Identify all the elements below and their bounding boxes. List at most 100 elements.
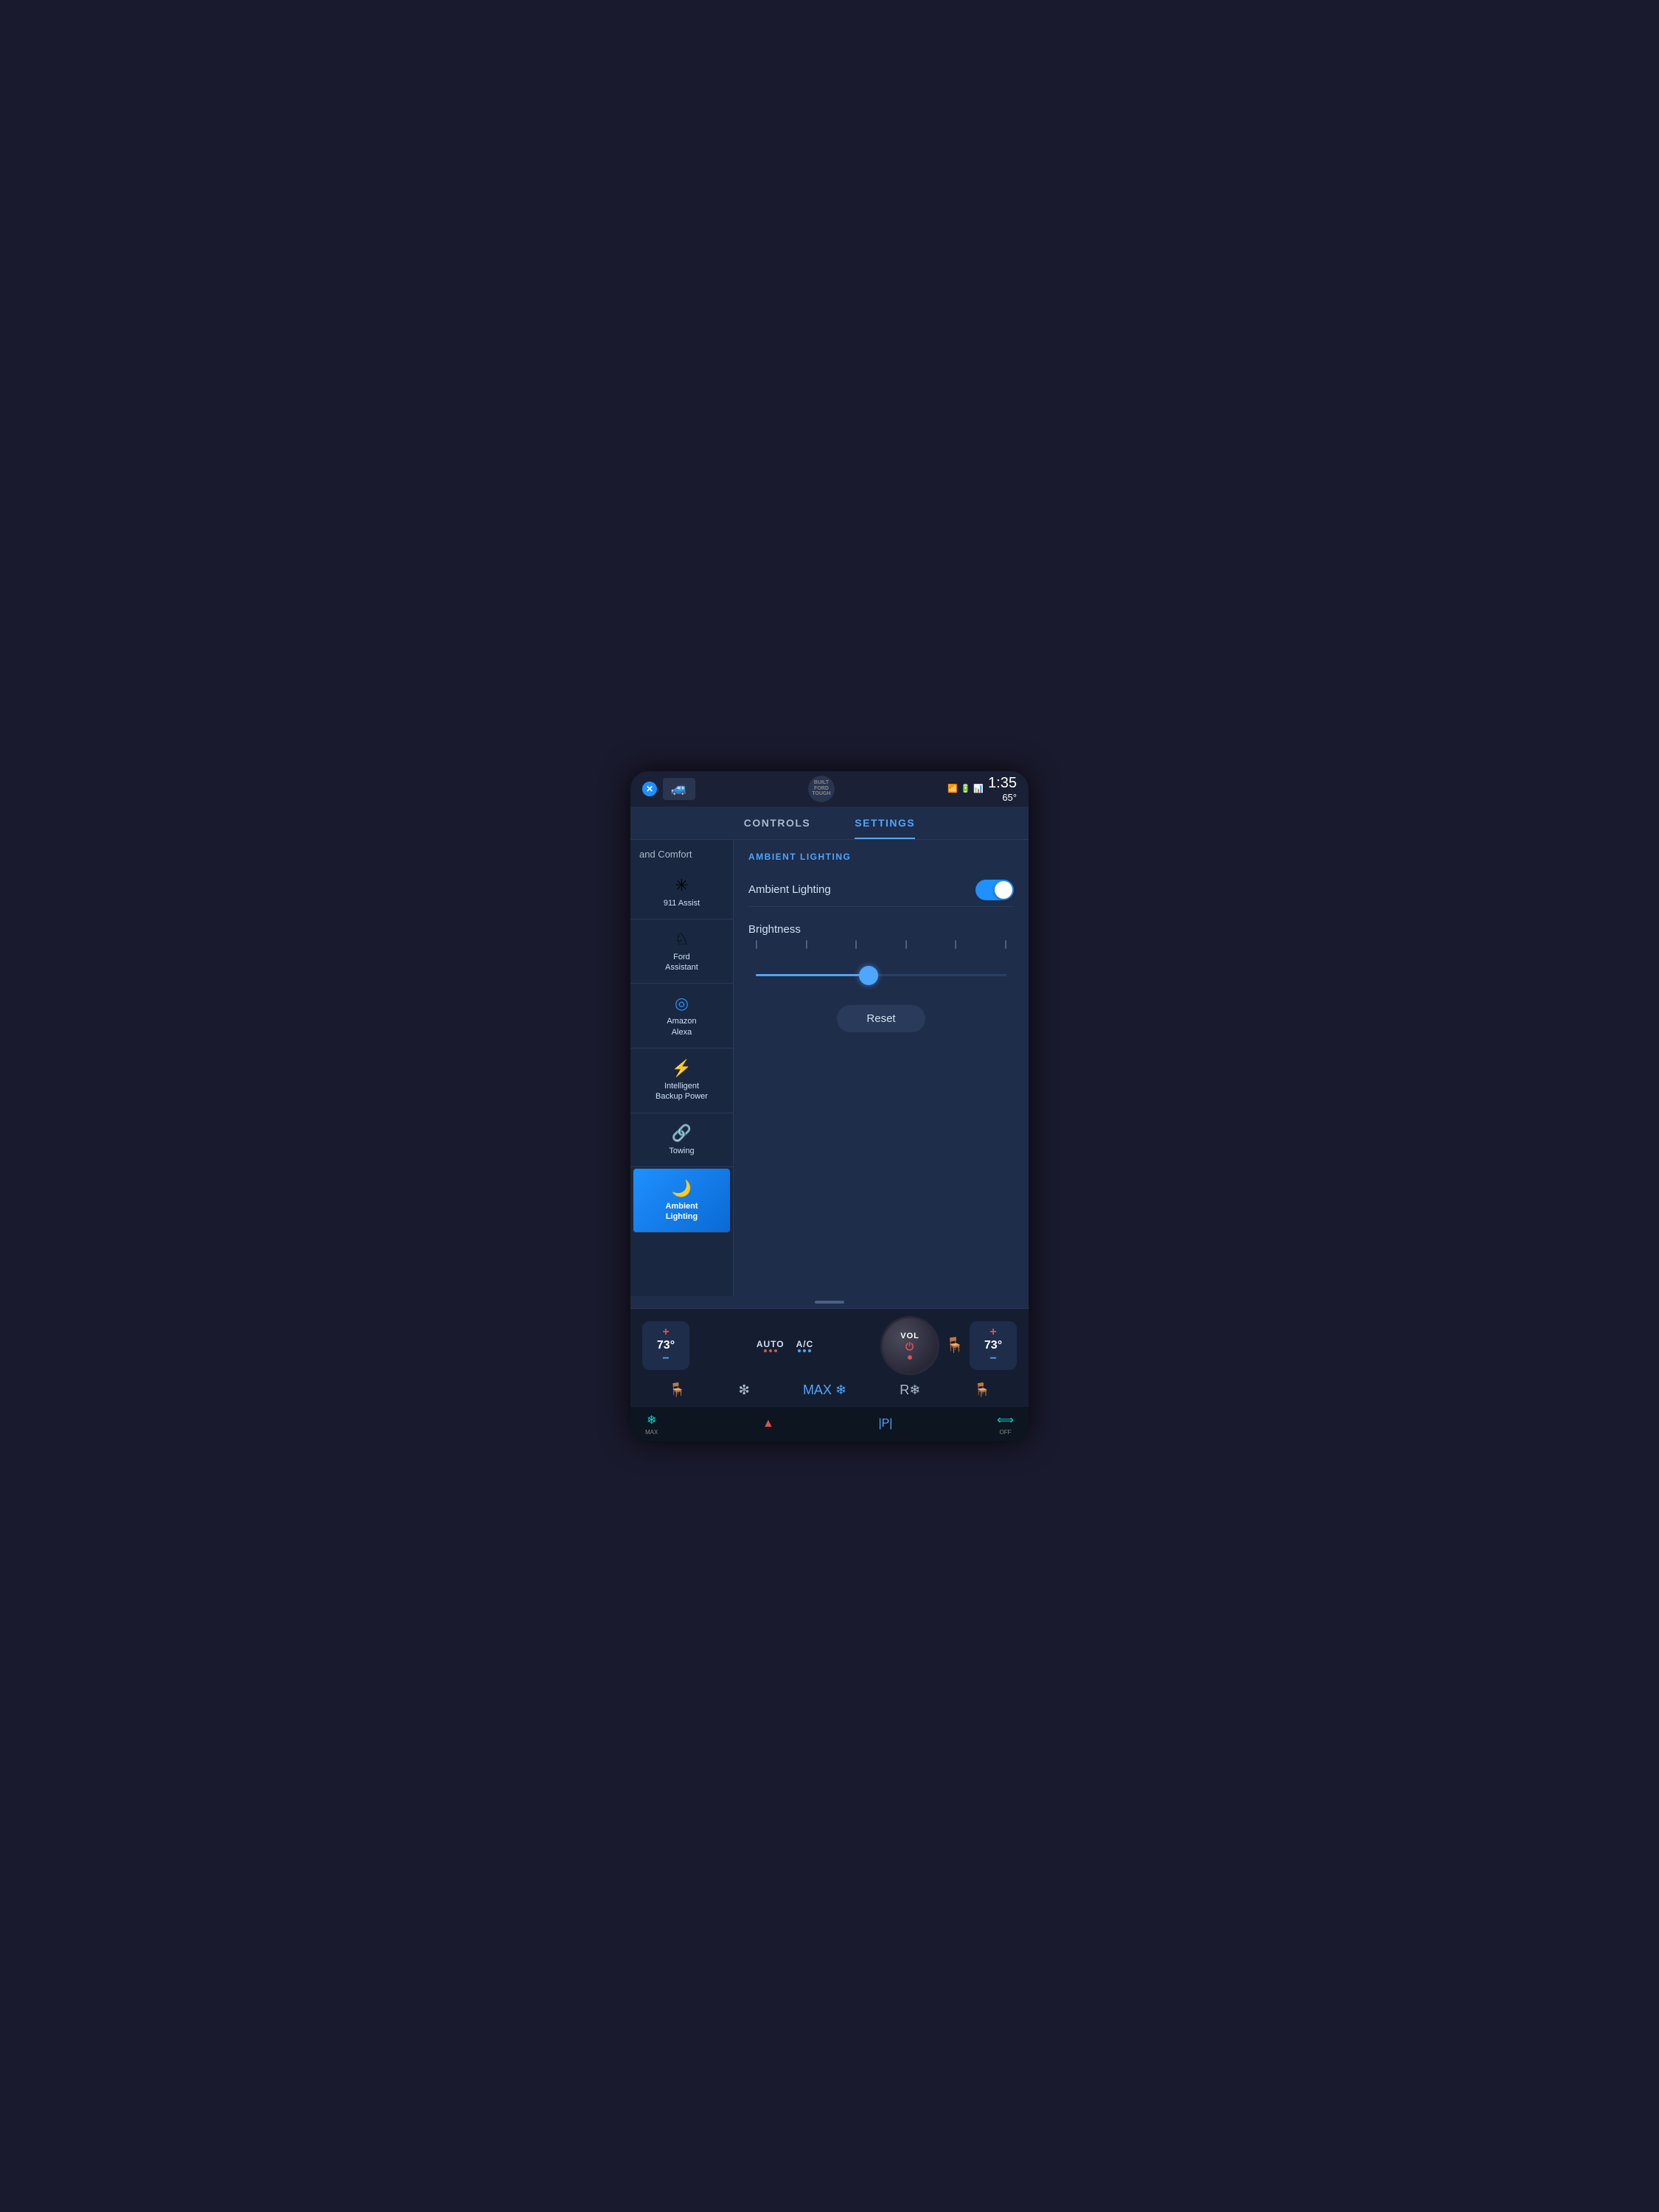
climate-bar: + 73° − AUTO A/C	[630, 1308, 1029, 1407]
vol-knob-wrap: VOL ⏻	[880, 1316, 939, 1375]
max-defrost-btn[interactable]: ❄ MAX	[645, 1413, 658, 1436]
sidebar-item-amazon-alexa[interactable]: ◎ AmazonAlexa	[630, 984, 733, 1048]
tick-5	[955, 940, 956, 949]
climate-top-row: + 73° − AUTO A/C	[642, 1316, 1017, 1375]
reset-button[interactable]: Reset	[837, 1005, 925, 1032]
seat-heat-btn-right[interactable]: 🪑	[973, 1382, 990, 1398]
seat-heat-icon[interactable]: 🪑	[945, 1336, 964, 1354]
sidebar-label-towing: Towing	[669, 1146, 694, 1156]
status-left: ✕ 🚙	[642, 778, 695, 800]
ambient-lighting-setting-row: Ambient Lighting	[748, 874, 1014, 907]
left-temp-plus[interactable]: +	[662, 1326, 669, 1339]
max-defrost-label: MAX	[645, 1429, 658, 1436]
sidebar-item-intelligent-backup[interactable]: ⚡ IntelligentBackup Power	[630, 1048, 733, 1113]
seat-heat-right: 🪑	[945, 1336, 964, 1354]
ambient-lighting-section-title: AMBIENT LIGHTING	[748, 852, 1014, 862]
fan-icon: ❇	[739, 1382, 750, 1398]
rear-defrost-icon: R❄	[900, 1382, 920, 1398]
time-display: 1:35	[988, 775, 1017, 792]
status-right: 📶 🔋 📊 1:35 65°	[947, 775, 1017, 803]
max-ac-btn[interactable]: MAX ❄	[803, 1382, 846, 1398]
sidebar-item-911-assist[interactable]: ✳ 911 Assist	[630, 866, 733, 919]
ambient-lighting-icon: 🌙	[672, 1179, 692, 1198]
right-temp-value: 73°	[984, 1339, 1002, 1352]
vol-label: VOL	[900, 1332, 919, 1340]
sidebar-label-911-assist: 911 Assist	[664, 898, 700, 908]
built-ford-tough-badge: BUILTFORDTOUGH	[808, 776, 835, 802]
fan-speed-btn[interactable]: ❇	[739, 1382, 750, 1398]
seat-left-icon: 🪑	[669, 1382, 685, 1398]
rear-defrost-btn[interactable]: R❄	[900, 1382, 920, 1398]
wifi-icon: 📶	[947, 784, 958, 793]
sidebar-section-label: and Comfort	[630, 840, 733, 866]
lane-off-btn[interactable]: ⟺ OFF	[997, 1413, 1014, 1436]
max-defrost-icon: ❄	[647, 1413, 656, 1427]
seat-heat-btn-left[interactable]: 🪑	[669, 1382, 685, 1398]
ac-label[interactable]: A/C	[796, 1339, 814, 1349]
climate-center: AUTO A/C	[695, 1339, 874, 1352]
connectivity-icons: 📶 🔋 📊	[947, 784, 984, 793]
toggle-knob	[995, 881, 1012, 899]
slider-ticks	[756, 940, 1006, 949]
climate-bottom-row: 🪑 ❇ MAX ❄ R❄ 🪑	[642, 1380, 1017, 1401]
slider-thumb[interactable]	[859, 966, 878, 985]
status-bar: ✕ 🚙 BUILTFORDTOUGH 📶 🔋 📊 1:35 65°	[630, 771, 1029, 807]
tick-6	[1005, 940, 1006, 949]
right-temp-plus[interactable]: +	[990, 1326, 996, 1339]
tick-3	[855, 940, 857, 949]
dot-1	[764, 1349, 767, 1352]
tick-2	[806, 940, 807, 949]
tick-1	[756, 940, 757, 949]
auto-indicator	[764, 1349, 777, 1352]
scroll-dot	[815, 1301, 844, 1304]
tab-settings[interactable]: SETTINGS	[855, 817, 915, 839]
left-temp-minus[interactable]: −	[662, 1352, 669, 1366]
ac-dot-3	[808, 1349, 811, 1352]
brightness-section: Brightness	[748, 923, 1014, 1040]
device-frame: ✕ 🚙 BUILTFORDTOUGH 📶 🔋 📊 1:35 65° CONTRO…	[630, 771, 1029, 1441]
battery-icon: 🔋	[961, 784, 971, 793]
towing-icon: 🔗	[672, 1124, 692, 1143]
close-button[interactable]: ✕	[642, 782, 657, 796]
sidebar-item-towing[interactable]: 🔗 Towing	[630, 1113, 733, 1167]
tab-bar: CONTROLS SETTINGS	[630, 807, 1029, 840]
sidebar-item-ambient-lighting[interactable]: 🌙 AmbientLighting	[633, 1169, 730, 1234]
outside-temp: 65°	[1002, 792, 1017, 803]
auto-label[interactable]: AUTO	[757, 1339, 785, 1349]
truck-icon: 🚙	[663, 778, 695, 800]
signal-icon: 📊	[973, 784, 984, 793]
park-btn[interactable]: |P|	[878, 1417, 892, 1430]
hazard-btn[interactable]: ▲	[762, 1417, 774, 1430]
911-assist-icon: ✳	[675, 876, 688, 895]
left-temp-value: 73°	[657, 1339, 675, 1352]
content-area: and Comfort ✳ 911 Assist ♘ FordAssistant…	[630, 840, 1029, 1296]
left-temp-control[interactable]: + 73° −	[642, 1321, 689, 1370]
ac-indicator	[798, 1349, 811, 1352]
right-temp-control[interactable]: + 73° −	[970, 1321, 1017, 1370]
ambient-lighting-toggle[interactable]	[975, 880, 1014, 900]
vol-knob[interactable]: VOL ⏻	[880, 1316, 939, 1375]
right-temp-minus[interactable]: −	[990, 1352, 996, 1366]
main-panel: AMBIENT LIGHTING Ambient Lighting Bright…	[734, 840, 1029, 1296]
vol-dot	[908, 1355, 912, 1360]
auto-ac-row: AUTO A/C	[757, 1339, 813, 1352]
slider-track	[756, 974, 1006, 976]
hazard-icon: ▲	[762, 1417, 774, 1430]
sidebar-label-intelligent-backup: IntelligentBackup Power	[655, 1081, 708, 1102]
park-icon: |P|	[878, 1417, 892, 1430]
tab-controls[interactable]: CONTROLS	[744, 817, 811, 839]
ac-dot-1	[798, 1349, 801, 1352]
sidebar: and Comfort ✳ 911 Assist ♘ FordAssistant…	[630, 840, 734, 1296]
brightness-label: Brightness	[748, 923, 1014, 936]
ac-dot-2	[803, 1349, 806, 1352]
amazon-alexa-icon: ◎	[675, 994, 689, 1013]
power-icon: ⏻	[905, 1340, 914, 1353]
intelligent-backup-icon: ⚡	[672, 1059, 692, 1078]
ford-assistant-icon: ♘	[675, 930, 689, 949]
physical-bar: ❄ MAX ▲ |P| ⟺ OFF	[630, 1407, 1029, 1441]
sidebar-item-ford-assistant[interactable]: ♘ FordAssistant	[630, 919, 733, 984]
sidebar-label-ambient-lighting: AmbientLighting	[666, 1201, 698, 1222]
brightness-slider-container[interactable]	[756, 953, 1006, 998]
slider-fill	[756, 974, 869, 976]
sidebar-label-amazon-alexa: AmazonAlexa	[667, 1016, 696, 1037]
